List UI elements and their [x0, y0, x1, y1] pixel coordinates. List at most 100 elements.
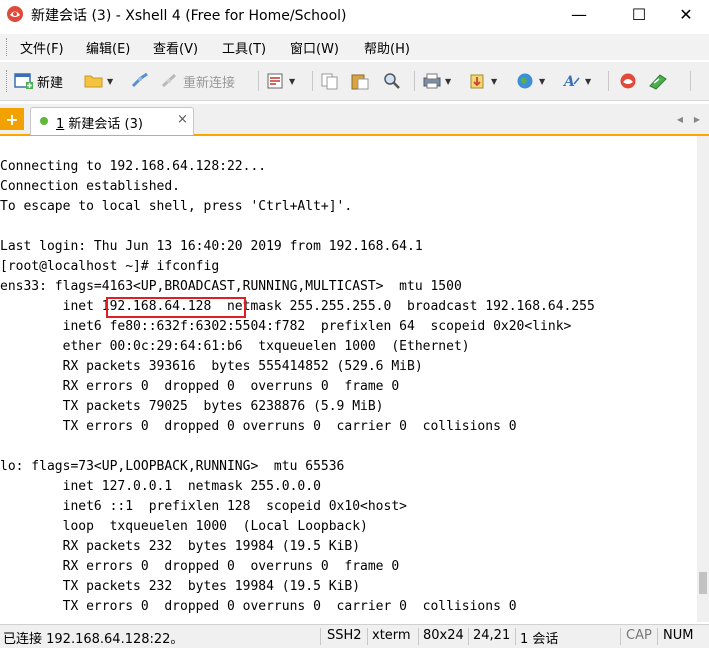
transfer-dropdown-icon: ▼ [491, 76, 498, 86]
paste-icon [351, 74, 369, 90]
terminal-line: [root@localhost ~]# ifconfig [0, 259, 220, 274]
menu-help[interactable]: 帮助(H) [364, 38, 410, 57]
terminal-line: inet 127.0.0.1 netmask 255.0.0.0 [0, 479, 321, 494]
tab-scroll-right-icon[interactable]: ▶ [689, 110, 705, 128]
paste-button[interactable] [350, 69, 370, 93]
globe-dropdown-icon: ▼ [539, 76, 546, 86]
copy-icon [321, 73, 338, 90]
terminal-line: TX packets 232 bytes 19984 (19.5 KiB) [0, 579, 361, 594]
properties-button[interactable]: ▼ [266, 69, 295, 93]
session-count-status: 1 会话 [520, 632, 559, 647]
terminal-line: TX errors 0 dropped 0 overruns 0 carrier… [0, 419, 517, 434]
tab-label: 1 新建会话 (3) [56, 113, 143, 132]
terminal-line: lo: flags=73<UP,LOOPBACK,RUNNING> mtu 65… [0, 459, 345, 474]
terminal-line: loop txqueuelen 1000 (Local Loopback) [0, 519, 368, 534]
terminal-scrollbar[interactable] [697, 136, 709, 622]
terminal-line: ens33: flags=4163<UP,BROADCAST,RUNNING,M… [0, 279, 462, 294]
find-button[interactable] [382, 69, 402, 93]
xftp-icon [649, 74, 667, 90]
status-bar: 已连接 192.168.64.128:22。 SSH2 xterm 80x24 … [0, 624, 709, 648]
tab-close-icon[interactable]: × [177, 112, 188, 127]
menu-view[interactable]: 查看(V) [153, 38, 198, 57]
terminal-line: inet 192.168.64.128 netmask 255.255.255.… [0, 299, 595, 314]
scrollbar-thumb[interactable] [699, 572, 707, 594]
terminal-line: Connecting to 192.168.64.128:22... [0, 159, 267, 174]
title-bar: 新建会话 (3) - Xshell 4 (Free for Home/Schoo… [0, 0, 709, 28]
menu-grip [6, 38, 10, 56]
xftp-button[interactable] [648, 69, 668, 93]
print-icon [423, 73, 441, 89]
terminal-line: TX packets 79025 bytes 6238876 (5.9 MiB) [0, 399, 384, 414]
open-button[interactable]: ▼ [84, 69, 113, 93]
caps-lock-status: CAP [626, 628, 652, 643]
new-session-icon [14, 73, 33, 89]
status-separator [320, 628, 321, 645]
status-separator [515, 628, 516, 645]
xshell-button[interactable] [618, 69, 638, 93]
font-dropdown-icon: ▼ [585, 76, 592, 86]
terminal-output[interactable]: Connecting to 192.168.64.128:22... Conne… [0, 136, 697, 622]
plus-icon: + [5, 109, 19, 129]
toolbar: 新建 ▼ 重新连接 ▼ ▼ ▼ ▼ A ▼ [0, 62, 709, 101]
connection-status: 已连接 192.168.64.128:22。 [3, 632, 184, 647]
tab-bar: + 1 新建会话 (3) × ◀ ▶ [0, 104, 709, 136]
toolbar-separator [690, 71, 691, 91]
ip-highlight-box [106, 297, 246, 318]
terminal-size-status: 80x24 [423, 628, 464, 643]
xshell-app-icon [7, 6, 23, 22]
new-session-button[interactable]: 新建 [14, 69, 63, 93]
new-tab-button[interactable]: + [0, 108, 24, 130]
terminal-line: Connection established. [0, 179, 181, 194]
copy-button[interactable] [320, 69, 340, 93]
globe-icon [517, 73, 533, 89]
find-icon [384, 73, 400, 89]
svg-text:A: A [562, 74, 575, 90]
transfer-button[interactable]: ▼ [468, 69, 497, 93]
disconnect-icon [131, 72, 148, 88]
open-dropdown-icon: ▼ [107, 76, 114, 86]
status-separator [657, 628, 658, 645]
properties-dropdown-icon: ▼ [289, 76, 296, 86]
tab-session-1[interactable]: 1 新建会话 (3) × [30, 107, 194, 135]
connected-status-icon [40, 117, 48, 125]
status-separator [367, 628, 368, 645]
reconnect-icon [161, 73, 177, 88]
toolbar-separator [312, 71, 313, 91]
status-separator [620, 628, 621, 645]
terminal-line: ether 00:0c:29:64:61:b6 txqueuelen 1000 … [0, 339, 470, 354]
open-folder-icon [84, 75, 103, 88]
toolbar-separator [258, 71, 259, 91]
disconnect-button[interactable] [130, 69, 150, 93]
globe-button[interactable]: ▼ [516, 69, 545, 93]
new-session-label: 新建 [37, 75, 64, 91]
tab-title: 新建会话 (3) [64, 117, 143, 132]
xshell-icon [620, 73, 636, 89]
protocol-status: SSH2 [327, 628, 362, 643]
cursor-position-status: 24,21 [473, 628, 511, 643]
font-icon: A [562, 74, 580, 90]
menu-tools[interactable]: 工具(T) [222, 38, 266, 57]
close-icon: ✕ [679, 4, 693, 24]
font-button[interactable]: A ▼ [562, 69, 591, 93]
terminal-line: RX errors 0 dropped 0 overruns 0 frame 0 [0, 559, 400, 574]
num-lock-status: NUM [663, 628, 694, 643]
print-dropdown-icon: ▼ [445, 76, 452, 86]
close-button[interactable]: ✕ [663, 0, 709, 28]
maximize-button[interactable]: ☐ [616, 0, 662, 28]
menu-file[interactable]: 文件(F) [20, 38, 64, 57]
terminal-line: inet6 fe80::632f:6302:5504:f782 prefixle… [0, 319, 572, 334]
reconnect-label: 重新连接 [183, 75, 236, 91]
toolbar-separator [414, 71, 415, 91]
status-separator [418, 628, 419, 645]
status-separator [468, 628, 469, 645]
minimize-icon: — [571, 4, 587, 24]
reconnect-button[interactable]: 重新连接 [160, 69, 235, 93]
minimize-button[interactable]: — [556, 0, 602, 28]
toolbar-separator [608, 71, 609, 91]
menu-edit[interactable]: 编辑(E) [86, 38, 130, 57]
menu-window[interactable]: 窗口(W) [290, 38, 339, 57]
print-button[interactable]: ▼ [422, 69, 451, 93]
tab-scroll-left-icon[interactable]: ◀ [672, 110, 688, 128]
toolbar-grip [6, 70, 10, 92]
terminal-line: To escape to local shell, press 'Ctrl+Al… [0, 199, 353, 214]
